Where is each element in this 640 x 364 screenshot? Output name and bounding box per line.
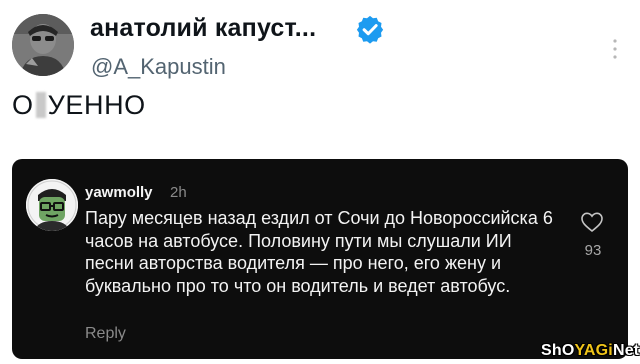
watermark-part-3: Net	[612, 342, 640, 359]
profile-photo-icon	[12, 14, 74, 76]
verified-badge-icon	[356, 15, 384, 44]
more-options-icon[interactable]	[612, 38, 618, 60]
watermark-part-2: YAGi	[574, 342, 613, 359]
author-display-name[interactable]: анатолий капуст...	[90, 14, 316, 43]
reply-username[interactable]: yawmolly	[85, 184, 153, 201]
censor-blur	[35, 92, 46, 118]
reply-avatar[interactable]	[26, 179, 78, 231]
reply-body-text: Пару месяцев назад ездил от Сочи до Ново…	[85, 208, 553, 296]
watermark-part-1: ShO	[541, 342, 575, 359]
reply-timestamp: 2h	[170, 184, 187, 201]
author-handle[interactable]: @A_Kapustin	[91, 54, 226, 80]
tweet-header: анатолий капуст... @A_Kapustin	[12, 10, 628, 90]
embedded-reply-card[interactable]: yawmolly 2h Пару месяцев назад ездил от …	[12, 159, 628, 359]
tweet-text: О УЕННО	[12, 90, 146, 121]
heart-like-icon[interactable]	[580, 211, 604, 233]
like-count: 93	[584, 242, 602, 259]
tweet-text-end: УЕННО	[47, 90, 146, 120]
site-watermark: ShOYAGiNet	[541, 342, 639, 360]
cartoon-face-avatar-icon	[26, 179, 78, 231]
tweet-text-start: О	[12, 90, 34, 120]
author-avatar[interactable]	[12, 14, 74, 76]
reply-button[interactable]: Reply	[85, 325, 126, 343]
